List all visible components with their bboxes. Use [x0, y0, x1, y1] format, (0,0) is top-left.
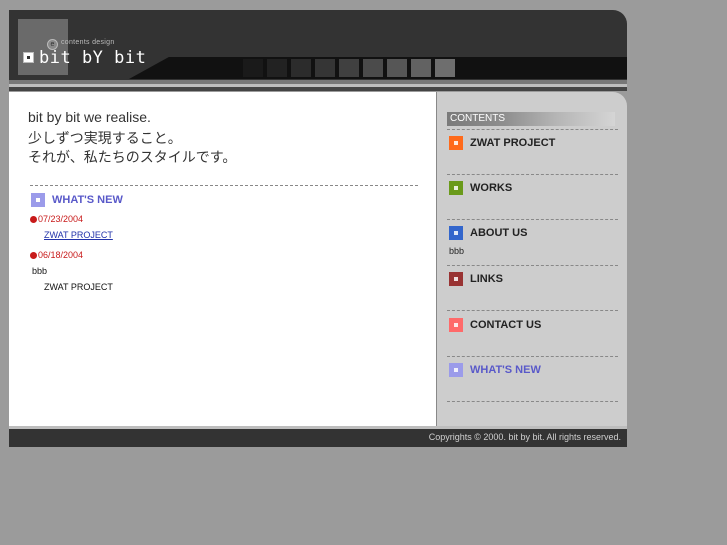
square-bullet-icon: [449, 272, 463, 286]
tagline-japanese-2: それが、私たちのスタイルです。: [28, 149, 237, 165]
square-bullet-icon: [449, 136, 463, 150]
divider: [447, 219, 618, 220]
square-bullet-icon: [449, 318, 463, 332]
divider: [447, 356, 618, 357]
logo-subtitle: contents design: [61, 39, 115, 46]
divider: [447, 265, 618, 266]
contents-header: CONTENTS: [447, 112, 615, 126]
site-logo[interactable]: bit bY bit: [39, 48, 146, 68]
divider: [447, 174, 618, 175]
sidebar-item-links[interactable]: LINKS: [449, 272, 619, 288]
stripe-block: [315, 59, 335, 77]
site-header: e contents design bit bY bit: [9, 10, 627, 80]
stripe-block: [291, 59, 311, 77]
news-date: 06/18/2004: [30, 250, 83, 260]
news-date: 07/23/2004: [30, 214, 83, 224]
stripe-block: [435, 59, 455, 77]
divider: [447, 310, 618, 311]
news-link-zwat-project[interactable]: ZWAT PROJECT: [44, 230, 113, 240]
sidebar-sub-text: bbb: [449, 246, 465, 256]
square-bullet-icon: [449, 226, 463, 240]
sidebar-item-whats-new[interactable]: WHAT'S NEW: [449, 363, 619, 379]
divider: [30, 185, 418, 186]
logo-mark-icon: [23, 52, 34, 63]
site-footer: Copyrights © 2000. bit by bit. All right…: [9, 429, 627, 447]
stripe-block: [267, 59, 287, 77]
stripe-block: [363, 59, 383, 77]
header-stripe: [129, 57, 627, 79]
stripe-block: [219, 59, 239, 77]
stripe-block: [411, 59, 431, 77]
stripe-block: [243, 59, 263, 77]
copyright-text: Copyrights © 2000. bit by bit. All right…: [428, 432, 621, 442]
sidebar-item-works[interactable]: WORKS: [449, 181, 619, 197]
sidebar-item-contact-us[interactable]: CONTACT US: [449, 318, 619, 334]
square-bullet-icon: [449, 363, 463, 377]
bullet-icon: [30, 251, 37, 259]
whats-new-icon: [31, 193, 45, 207]
sidebar-item-zwat-project[interactable]: ZWAT PROJECT: [449, 136, 619, 152]
stripe-block: [339, 59, 359, 77]
square-bullet-icon: [449, 181, 463, 195]
stripe-block: [387, 59, 407, 77]
divider: [447, 401, 618, 402]
sidebar-nav: CONTENTS ZWAT PROJECT WORKS ABOUT US bbb…: [436, 92, 627, 426]
tagline-english: bit by bit we realise.: [28, 109, 151, 125]
header-band: [9, 87, 627, 91]
news-heading: WHAT'S NEW: [52, 194, 123, 206]
news-text: bbb: [32, 266, 48, 276]
main-content: bit by bit we realise. 少しずつ実現すること。 それが、私…: [9, 92, 436, 426]
sidebar-item-about-us[interactable]: ABOUT US: [449, 226, 619, 242]
news-text: ZWAT PROJECT: [44, 282, 113, 292]
divider: [447, 129, 618, 130]
tagline-japanese-1: 少しずつ実現すること。: [28, 130, 182, 146]
bullet-icon: [30, 215, 37, 223]
